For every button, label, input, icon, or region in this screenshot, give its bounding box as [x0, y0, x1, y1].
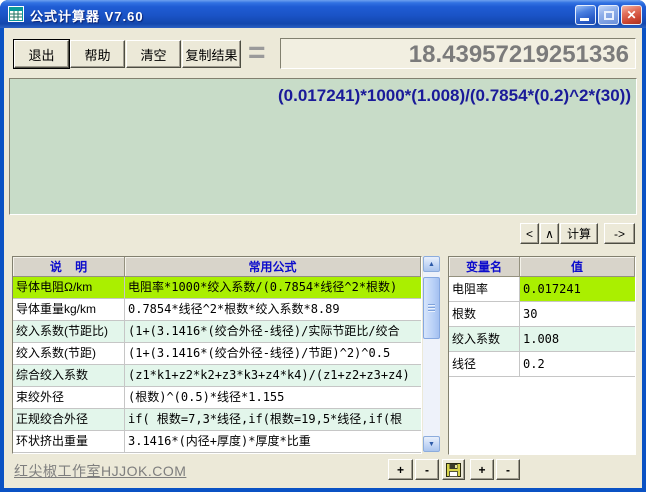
formula-name-cell: 综合绞入系数: [13, 365, 125, 387]
variable-value-cell: 30: [520, 302, 635, 327]
formula-row[interactable]: 导体重量kg/km 0.7854*线径^2*根数*绞入系数*8.89: [13, 299, 421, 321]
variable-value-cell: 0.017241: [520, 277, 635, 302]
formula-expr-cell: (z1*k1+z2*k2+z3*k3+z4*k4)/(z1+z2+z3+z4): [125, 365, 421, 387]
formula-expr-cell: if( 根数=7,3*线径,if(根数=19,5*线径,if(根: [125, 409, 421, 431]
titlebar[interactable]: 公式计算器 V7.60 ✕: [0, 0, 646, 28]
studio-website-link[interactable]: 红尖椒工作室HJJOK.COM: [14, 461, 186, 481]
result-display: 18.43957219251336: [280, 38, 636, 69]
remove-variable-button[interactable]: -: [496, 459, 520, 480]
scroll-thumb[interactable]: [423, 277, 440, 339]
app-icon: [8, 6, 24, 22]
help-button[interactable]: 帮助: [70, 40, 125, 68]
add-formula-button[interactable]: +: [388, 459, 413, 480]
formula-expr-cell: (1+(3.1416*(绞合外径-线径)/节距)^2)^0.5: [125, 343, 421, 365]
variable-row[interactable]: 线径 0.2: [449, 352, 635, 377]
variable-name-cell: 绞入系数: [449, 327, 520, 352]
maximize-button[interactable]: [598, 5, 619, 25]
formula-expr-cell: 3.1416*(内径+厚度)*厚度*比重: [125, 431, 421, 453]
formula-name-cell: 导体电阻Ω/km: [13, 277, 125, 299]
header-value: 值: [520, 257, 635, 277]
formula-name-cell: 绞入系数(节距比): [13, 321, 125, 343]
save-icon: [446, 463, 461, 477]
variable-row[interactable]: 绞入系数 1.008: [449, 327, 635, 352]
formula-table-header: 说 明 常用公式: [13, 257, 421, 277]
header-description: 说 明: [13, 257, 125, 277]
variable-name-cell: 线径: [449, 352, 520, 377]
formula-table: 说 明 常用公式 导体电阻Ω/km 电阻率*1000*绞入系数/(0.7854*…: [12, 256, 422, 454]
copy-result-button[interactable]: 复制结果: [182, 40, 241, 68]
variable-row[interactable]: 电阻率 0.017241: [449, 277, 635, 302]
formula-row[interactable]: 正规绞合外径 if( 根数=7,3*线径,if(根数=19,5*线径,if(根: [13, 409, 421, 431]
calculate-button[interactable]: 计算: [560, 223, 598, 244]
minimize-icon: [580, 18, 589, 21]
formula-expr-cell: (1+(3.1416*(绞合外径-线径)/实际节距比/绞合: [125, 321, 421, 343]
maximize-icon: [604, 11, 614, 20]
formula-input[interactable]: (0.017241)*1000*(1.008)/(0.7854*(0.2)^2*…: [9, 78, 637, 215]
formula-name-cell: 环状挤出重量: [13, 431, 125, 453]
variables-table-header: 变量名 值: [449, 257, 635, 277]
formula-row[interactable]: 束绞外径 (根数)^(0.5)*线径*1.155: [13, 387, 421, 409]
formula-expr-cell: (根数)^(0.5)*线径*1.155: [125, 387, 421, 409]
variable-value-cell: 0.2: [520, 352, 635, 377]
formula-row[interactable]: 绞入系数(节距) (1+(3.1416*(绞合外径-线径)/节距)^2)^0.5: [13, 343, 421, 365]
variable-value-cell: 1.008: [520, 327, 635, 352]
insert-caret-button[interactable]: ∧: [540, 223, 559, 244]
formula-row[interactable]: 导体电阻Ω/km 电阻率*1000*绞入系数/(0.7854*线径^2*根数): [13, 277, 421, 299]
header-variable-name: 变量名: [449, 257, 520, 277]
variable-name-cell: 电阻率: [449, 277, 520, 302]
clear-button[interactable]: 清空: [126, 40, 181, 68]
app-window: 公式计算器 V7.60 ✕ 退出 帮助 清空 复制结果 = 18.4395721…: [0, 0, 646, 492]
close-button[interactable]: ✕: [621, 5, 642, 25]
formula-row[interactable]: 绞入系数(节距比) (1+(3.1416*(绞合外径-线径)/实际节距比/绞合: [13, 321, 421, 343]
formula-name-cell: 束绞外径: [13, 387, 125, 409]
scroll-down-icon: ▼: [428, 441, 435, 448]
scroll-up-button[interactable]: ▲: [423, 256, 440, 272]
formula-name-cell: 正规绞合外径: [13, 409, 125, 431]
remove-formula-button[interactable]: -: [415, 459, 439, 480]
close-icon: ✕: [626, 8, 636, 22]
cursor-right-button[interactable]: ->: [604, 223, 635, 244]
window-title: 公式计算器 V7.60: [30, 6, 144, 25]
header-common-formula: 常用公式: [125, 257, 421, 277]
formula-row[interactable]: 综合绞入系数 (z1*k1+z2*k2+z3*k3+z4*k4)/(z1+z2+…: [13, 365, 421, 387]
add-variable-button[interactable]: +: [470, 459, 494, 480]
formula-table-scrollbar[interactable]: ▲ ▼: [423, 256, 440, 452]
formula-expr-cell: 电阻率*1000*绞入系数/(0.7854*线径^2*根数): [125, 277, 421, 299]
equals-sign: =: [248, 36, 266, 70]
variables-table: 变量名 值 电阻率 0.017241 根数 30 绞入系数 1.008 线径 0…: [448, 256, 636, 455]
variable-row[interactable]: 根数 30: [449, 302, 635, 327]
variable-name-cell: 根数: [449, 302, 520, 327]
formula-expr-cell: 0.7854*线径^2*根数*绞入系数*8.89: [125, 299, 421, 321]
exit-button[interactable]: 退出: [14, 40, 69, 68]
formula-name-cell: 绞入系数(节距): [13, 343, 125, 365]
save-button[interactable]: [442, 459, 465, 480]
formula-row[interactable]: 环状挤出重量 3.1416*(内径+厚度)*厚度*比重: [13, 431, 421, 453]
scroll-down-button[interactable]: ▼: [423, 436, 440, 452]
minimize-button[interactable]: [575, 5, 596, 25]
scroll-up-icon: ▲: [428, 261, 435, 268]
formula-name-cell: 导体重量kg/km: [13, 299, 125, 321]
cursor-left-button[interactable]: <: [520, 223, 539, 244]
